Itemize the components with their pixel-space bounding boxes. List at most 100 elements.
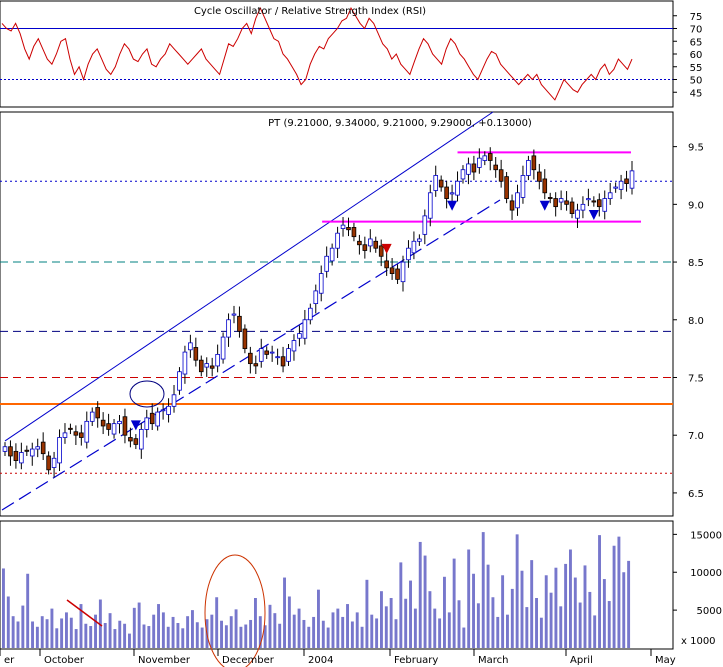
volume-bar: [89, 626, 93, 648]
candle-body: [444, 186, 449, 199]
volume-tick-label: 10000: [690, 568, 722, 579]
volume-bar: [428, 591, 432, 648]
volume-bar: [195, 622, 199, 648]
volume-bar: [622, 572, 626, 648]
volume-bar: [244, 624, 248, 648]
price-tick-label: 8.5: [688, 258, 704, 269]
candle-body: [455, 180, 460, 196]
volume-bar: [539, 617, 543, 648]
x-tick-label: May: [655, 655, 676, 666]
volume-bar: [278, 623, 282, 648]
candle-body: [427, 192, 433, 219]
volume-bar: [283, 577, 286, 648]
candle-body: [111, 423, 117, 435]
volume-bar: [443, 576, 446, 648]
candle-body: [618, 180, 624, 190]
volume-bar: [602, 579, 606, 648]
volume-bar: [627, 560, 631, 648]
volume-bar: [210, 614, 214, 648]
volume-bar: [355, 612, 359, 648]
candle-body: [19, 452, 24, 464]
candle-body: [520, 175, 526, 198]
volume-bar: [287, 596, 291, 648]
candle-body: [144, 417, 150, 430]
candle-body: [357, 240, 362, 246]
candle-body: [57, 437, 62, 464]
candle-body: [547, 197, 553, 199]
candle-body: [509, 200, 515, 211]
candle-body: [471, 163, 477, 173]
candle-body: [400, 261, 406, 283]
candle-body: [569, 201, 575, 214]
candle-body: [389, 267, 395, 275]
candle-body: [209, 365, 215, 369]
rsi-tick-label: 50: [690, 76, 703, 87]
volume-bar: [11, 616, 15, 648]
candle-body: [231, 313, 237, 316]
candle-body: [2, 446, 8, 452]
x-tick-label: February: [394, 655, 438, 666]
rsi-tick-label: 70: [690, 25, 703, 36]
volume-bar: [215, 597, 219, 648]
volume-bar: [6, 596, 10, 648]
volume-bar: [302, 619, 306, 648]
volume-bar: [181, 628, 185, 648]
volume-bar: [341, 616, 345, 648]
chart-root: 45 50 55 60 65 70 75 6.5 7.0 7.5 8.0 8.5 9.0 9.5 500…: [0, 0, 723, 667]
rsi-tick-label: 75: [690, 12, 703, 23]
volume-bar: [510, 588, 514, 648]
candle-body: [318, 273, 324, 294]
candle-body: [367, 238, 373, 247]
volume-bar: [249, 619, 253, 648]
volume-bar: [573, 577, 577, 648]
candle-body: [422, 215, 428, 235]
candle-body: [198, 359, 204, 373]
volume-bar: [60, 618, 64, 648]
volume-bar: [31, 621, 34, 648]
candle-body: [340, 224, 346, 229]
rsi-title: Cycle Oscillator / Relative Strength Ind…: [194, 6, 426, 17]
volume-bar: [520, 570, 524, 648]
x-tick-label: October: [44, 655, 85, 666]
candle-body: [438, 179, 444, 188]
volume-bar: [384, 606, 388, 648]
volume-bar: [612, 545, 616, 648]
volume-bar: [598, 535, 601, 648]
candle-body: [591, 200, 597, 203]
volume-bar: [506, 614, 509, 648]
volume-bar: [457, 600, 461, 648]
volume-bar: [220, 620, 223, 648]
candle-body: [264, 350, 270, 355]
candle-body: [171, 394, 177, 407]
volume-bar: [123, 623, 127, 648]
candle-body: [62, 432, 68, 438]
candle-body: [177, 371, 182, 391]
candle-body: [384, 260, 389, 269]
volume-bar: [452, 558, 456, 648]
candle-body: [602, 198, 608, 212]
candle-body: [378, 245, 384, 257]
price-tick-label: 8.0: [688, 316, 704, 327]
volume-tick-label: 15000: [690, 530, 722, 541]
volume-bar: [331, 612, 335, 648]
volume-bar: [84, 623, 88, 648]
volume-bar: [350, 621, 354, 648]
price-tick-label: 6.5: [688, 489, 704, 500]
candle-body: [100, 419, 106, 427]
x-tick-label: March: [478, 655, 508, 666]
volume-tick-label: 5000: [697, 606, 722, 617]
volume-bar: [108, 613, 112, 648]
candle-body: [596, 199, 602, 208]
candle-body: [215, 353, 220, 367]
candle-body: [411, 240, 417, 254]
candle-body: [297, 333, 302, 339]
candle-body: [395, 268, 400, 280]
candle-body: [248, 352, 253, 365]
candle-body: [188, 342, 193, 351]
volume-bar: [370, 614, 374, 648]
volume-bar: [549, 592, 553, 648]
stock-chart: 45505560657075 6.57.07.58.08.59.09.5 500…: [0, 0, 723, 667]
volume-bar: [418, 541, 422, 648]
candle-body: [275, 356, 280, 359]
volume-bar: [312, 616, 316, 648]
